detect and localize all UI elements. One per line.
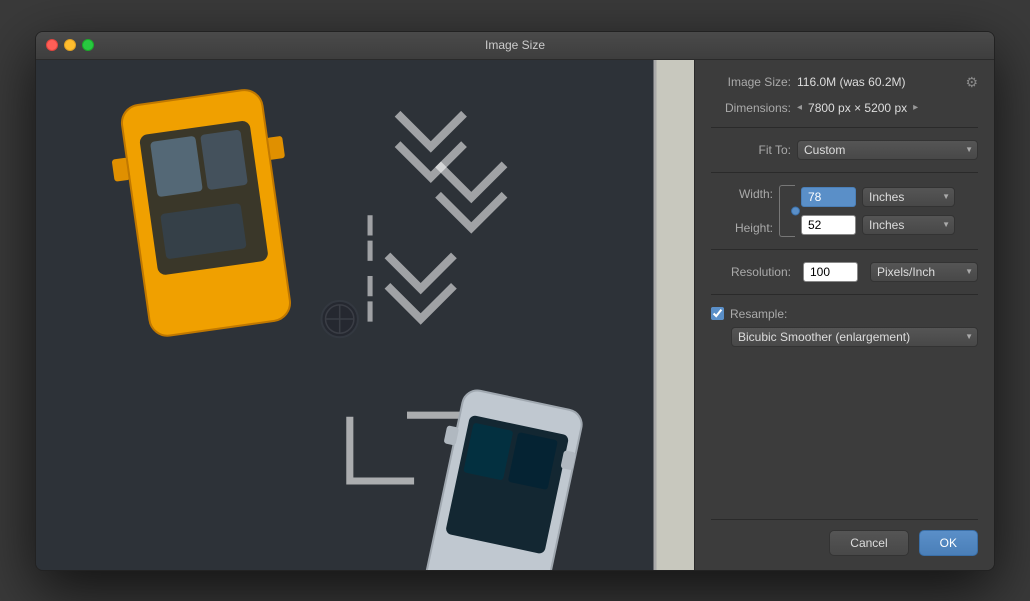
divider-2 [711,172,978,173]
titlebar: Image Size [36,32,994,60]
resolution-row: Resolution: 100 Pixels/Inch Pixels/Centi… [711,262,978,282]
cancel-button[interactable]: Cancel [829,530,908,556]
image-size-dialog: Image Size [35,31,995,571]
resolution-unit-wrapper: Pixels/Inch Pixels/Centimeter [870,262,978,282]
wh-labels: Width: Height: [711,187,779,235]
preview-image [36,60,694,570]
width-unit-select[interactable]: Inches Pixels Centimeters [862,187,955,207]
width-label: Width: [739,187,773,201]
fit-to-label: Fit To: [711,143,791,157]
window-body: Image Size: 116.0M (was 60.2M) ⚙ Dimensi… [36,60,994,570]
divider-3 [711,249,978,250]
width-unit-wrapper: Inches Pixels Centimeters [862,187,955,207]
height-unit-wrapper: Inches Pixels Centimeters [862,215,955,235]
ok-button[interactable]: OK [919,530,978,556]
resample-section: Resample: Automatic Preserve Details (en… [711,307,978,347]
dim-arrow-right[interactable]: ▸ [913,102,918,113]
image-preview [36,60,694,570]
minimize-button[interactable] [64,39,76,51]
panel-buttons: Cancel OK [711,519,978,556]
height-input[interactable]: 52 [801,215,856,235]
image-size-row: Image Size: 116.0M (was 60.2M) ⚙ [711,74,978,91]
fit-to-row: Fit To: Custom Default Photoshop Size US… [711,140,978,160]
dimensions-value: 7800 px × 5200 px [808,101,907,115]
fit-to-select-wrapper: Custom Default Photoshop Size US Paper I… [797,140,978,160]
resolution-unit-select[interactable]: Pixels/Inch Pixels/Centimeter [870,262,978,282]
image-size-label: Image Size: [711,75,791,89]
close-button[interactable] [46,39,58,51]
link-bracket-container [779,185,795,237]
height-unit-select[interactable]: Inches Pixels Centimeters [862,215,955,235]
dimensions-label: Dimensions: [711,101,791,115]
maximize-button[interactable] [82,39,94,51]
wh-inputs: 78 Inches Pixels Centimeters 52 [801,187,978,235]
resample-label[interactable]: Resample: [730,307,787,321]
resolution-input[interactable]: 100 [803,262,858,282]
wh-container: Width: Height: 78 Inches [711,185,978,237]
image-size-value: 116.0M (was 60.2M) [797,75,906,89]
resample-method-wrapper: Automatic Preserve Details (enlargement)… [731,327,978,347]
window-title: Image Size [485,38,545,52]
dim-arrow-left[interactable]: ◂ [797,102,802,113]
resample-method-select[interactable]: Automatic Preserve Details (enlargement)… [731,327,978,347]
fit-to-select[interactable]: Custom Default Photoshop Size US Paper I… [797,140,978,160]
width-input[interactable]: 78 [801,187,856,207]
divider-1 [711,127,978,128]
width-input-row: 78 Inches Pixels Centimeters [801,187,978,207]
traffic-lights [46,39,94,51]
resample-checkbox-row: Resample: [711,307,978,321]
height-input-row: 52 Inches Pixels Centimeters [801,215,978,235]
height-label: Height: [735,221,773,235]
link-bracket [779,185,795,237]
gear-icon[interactable]: ⚙ [965,74,978,91]
resolution-label: Resolution: [711,265,791,279]
divider-4 [711,294,978,295]
resample-checkbox[interactable] [711,307,724,320]
dimensions-row: Dimensions: ◂ 7800 px × 5200 px ▸ [711,101,978,115]
link-dot[interactable] [791,206,800,215]
settings-panel: Image Size: 116.0M (was 60.2M) ⚙ Dimensi… [694,60,994,570]
